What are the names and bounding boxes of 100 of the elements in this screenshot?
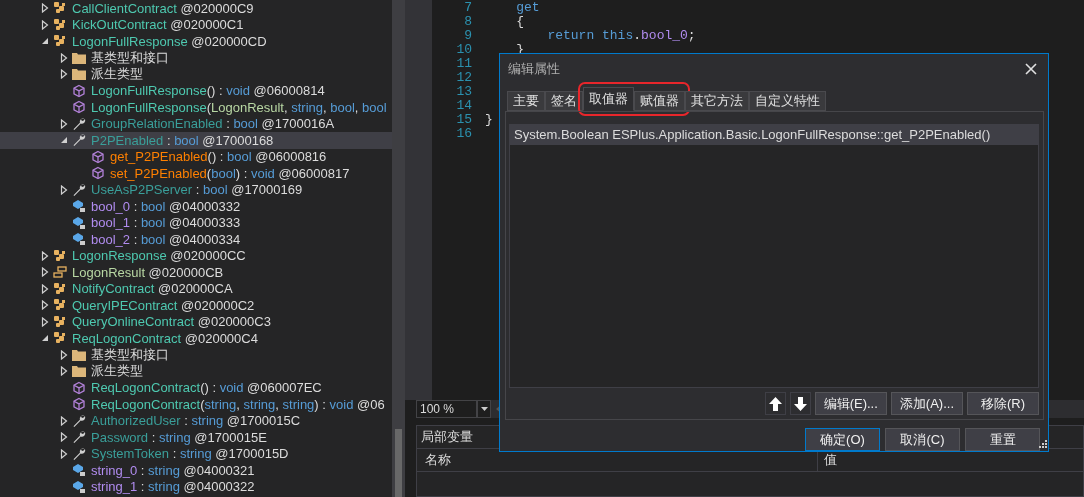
- tree-item[interactable]: 基类型和接口: [0, 49, 392, 66]
- tree-item[interactable]: SystemToken : string @1700015D: [0, 445, 392, 462]
- collapsed-arrow-icon[interactable]: [40, 283, 50, 294]
- folder-icon: [72, 67, 86, 82]
- tree-item[interactable]: P2PEnabled : bool @17000168: [0, 132, 392, 149]
- tree-item-label: LogonFullResponse() : void @06000814: [91, 83, 325, 99]
- tree-item[interactable]: NotifyContract @020000CA: [0, 280, 392, 297]
- tab[interactable]: 签名: [545, 91, 583, 112]
- tree-item[interactable]: set_P2PEnabled(bool) : void @06000817: [0, 165, 392, 182]
- tab[interactable]: 取值器: [583, 87, 634, 112]
- tree-item-label: LogonFullResponse(LogonResult, string, bool, bool: [91, 99, 387, 115]
- class-icon: [53, 314, 67, 329]
- tree-item[interactable]: bool_0 : bool @04000332: [0, 198, 392, 215]
- collapsed-arrow-icon[interactable]: [40, 250, 50, 261]
- tree-item[interactable]: string_1 : string @04000322: [0, 478, 392, 495]
- tree-item[interactable]: 派生类型: [0, 363, 392, 380]
- collapsed-arrow-icon[interactable]: [40, 19, 50, 30]
- enum-icon: [53, 265, 67, 280]
- tab[interactable]: 其它方法: [685, 91, 749, 112]
- expanded-arrow-icon[interactable]: [40, 333, 50, 344]
- tab[interactable]: 自定义特性: [749, 91, 826, 112]
- cube-icon: [72, 83, 86, 98]
- line-number: 15: [455, 113, 472, 127]
- code-line: get: [515, 1, 541, 15]
- resize-grip-icon[interactable]: [1037, 440, 1047, 450]
- tree-item[interactable]: QueryIPEContract @020000C2: [0, 297, 392, 314]
- tree-item[interactable]: KickOutContract @020000C1: [0, 16, 392, 33]
- scrollbar-thumb[interactable]: [395, 429, 402, 497]
- collapsed-arrow-icon[interactable]: [40, 316, 50, 327]
- tree-item[interactable]: LogonResponse @020000CC: [0, 247, 392, 264]
- tree-item[interactable]: 派生类型: [0, 66, 392, 83]
- expanded-arrow-icon[interactable]: [40, 36, 50, 47]
- list-action-button[interactable]: 移除(R): [967, 392, 1039, 416]
- cube-icon: [72, 397, 86, 412]
- move-up-button[interactable]: [764, 392, 786, 416]
- tree-item-label: string_1 : string @04000322: [91, 479, 255, 495]
- cube-icon: [91, 166, 105, 181]
- collapsed-arrow-icon[interactable]: [59, 448, 69, 459]
- dialog-button[interactable]: 取消(C): [885, 428, 960, 451]
- tree-item-label: KickOutContract @020000C1: [72, 17, 244, 33]
- folder-icon: [72, 364, 86, 379]
- tree-item[interactable]: AuthorizedUser : string @1700015C: [0, 412, 392, 429]
- tree-item-label: 基类型和接口: [91, 49, 169, 67]
- tree-item[interactable]: CallClientContract @020000C9: [0, 0, 392, 17]
- collapsed-arrow-icon[interactable]: [59, 184, 69, 195]
- tree-item-label: AuthorizedUser : string @1700015C: [91, 413, 301, 429]
- collapsed-arrow-icon[interactable]: [40, 300, 50, 311]
- line-number: 16: [455, 127, 472, 141]
- tab[interactable]: 赋值器: [634, 91, 685, 112]
- tree-item[interactable]: string_0 : string @04000321: [0, 462, 392, 479]
- line-number: 8: [463, 15, 472, 29]
- collapsed-arrow-icon[interactable]: [59, 69, 69, 80]
- tree-item-label: NotifyContract @020000CA: [72, 281, 233, 297]
- collapsed-arrow-icon[interactable]: [59, 432, 69, 443]
- line-number: 13: [455, 85, 472, 99]
- tree-item[interactable]: LogonResult @020000CB: [0, 264, 392, 281]
- line-number: 7: [463, 1, 472, 15]
- tree-item[interactable]: QueryOnlineContract @020000C3: [0, 313, 392, 330]
- tab[interactable]: 主要: [507, 91, 545, 112]
- field-lock-icon: [72, 463, 86, 478]
- dialog-button[interactable]: 重置: [965, 428, 1040, 451]
- cube-icon: [91, 149, 105, 164]
- list-action-button[interactable]: 添加(A)...: [890, 392, 963, 416]
- class-icon: [53, 1, 67, 16]
- tree-item[interactable]: bool_1 : bool @04000333: [0, 214, 392, 231]
- wrench-icon: [72, 413, 86, 428]
- tree-item[interactable]: UseAsP2PServer : bool @17000169: [0, 181, 392, 198]
- move-down-button[interactable]: [789, 392, 811, 416]
- collapsed-arrow-icon[interactable]: [59, 366, 69, 377]
- scrollbar[interactable]: [392, 0, 405, 497]
- tree-item[interactable]: Password : string @1700015E: [0, 429, 392, 446]
- wrench-icon: [72, 446, 86, 461]
- tree-item-label: bool_0 : bool @04000332: [91, 198, 241, 214]
- zoom-field[interactable]: 100 %: [416, 400, 477, 418]
- tree-item[interactable]: get_P2PEnabled() : bool @06000816: [0, 148, 392, 165]
- tree-item[interactable]: 基类型和接口: [0, 346, 392, 363]
- tree-item[interactable]: LogonFullResponse(LogonResult, string, bool, bool: [0, 99, 392, 116]
- collapsed-arrow-icon[interactable]: [59, 415, 69, 426]
- collapsed-arrow-icon[interactable]: [59, 349, 69, 360]
- expanded-arrow-icon[interactable]: [59, 135, 69, 146]
- tree-item[interactable]: ReqLogonContract @020000C4: [0, 330, 392, 347]
- tree-item[interactable]: ReqLogonContract(string, string, string) : void @06: [0, 396, 392, 413]
- close-icon[interactable]: [1024, 61, 1038, 76]
- tree-item[interactable]: LogonFullResponse() : void @06000814: [0, 82, 392, 99]
- tree-item-label: bool_1 : bool @04000333: [91, 215, 241, 231]
- tree-item[interactable]: LogonFullResponse @020000CD: [0, 33, 392, 50]
- tree-item[interactable]: ReqLogonContract() : void @060007EC: [0, 379, 392, 396]
- tree-item[interactable]: bool_2 : bool @04000334: [0, 231, 392, 248]
- field-lock-icon: [72, 215, 86, 230]
- collapsed-arrow-icon[interactable]: [40, 3, 50, 14]
- collapsed-arrow-icon[interactable]: [40, 267, 50, 278]
- list-item[interactable]: System.Boolean ESPlus.Application.Basic.LogonFullResponse::get_P2PEnabled(): [510, 125, 1038, 146]
- tree-item-label: Password : string @1700015E: [91, 429, 267, 445]
- tree-item[interactable]: GroupRelationEnabled : bool @1700016A: [0, 115, 392, 132]
- collapsed-arrow-icon[interactable]: [59, 118, 69, 129]
- list-action-button[interactable]: 编辑(E)...: [814, 392, 887, 416]
- line-number: 12: [455, 71, 472, 85]
- column-header: 名称: [424, 451, 452, 469]
- dialog-button[interactable]: 确定(O): [805, 428, 880, 451]
- collapsed-arrow-icon[interactable]: [59, 52, 69, 63]
